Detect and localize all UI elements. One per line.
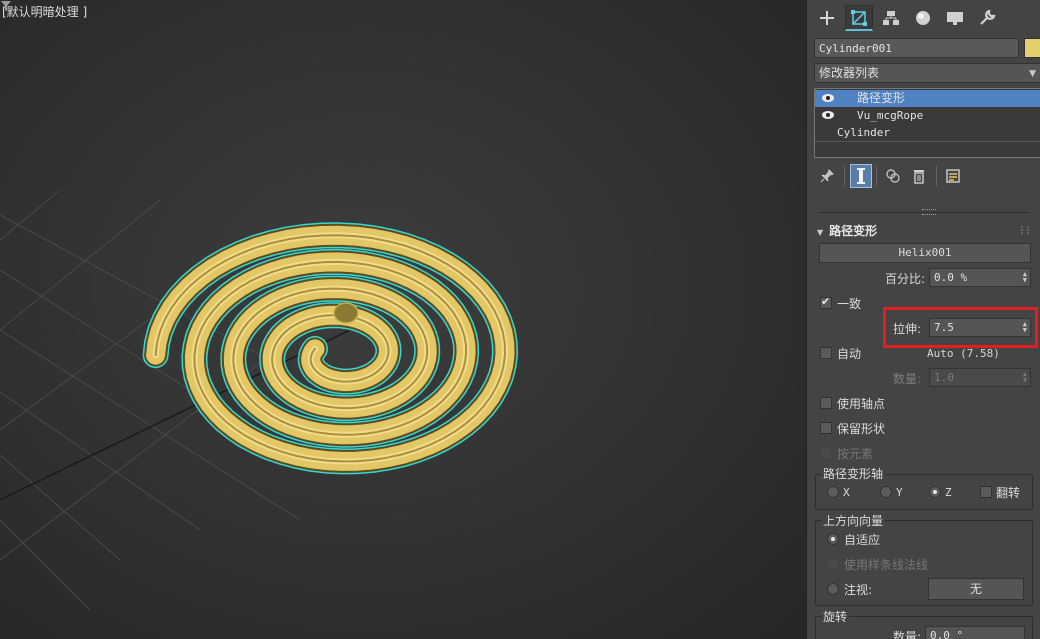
by-element-checkbox[interactable]	[820, 447, 832, 459]
rotation-amount-value: 0.0 °	[930, 629, 964, 639]
axis-x-label: X	[843, 486, 850, 499]
pin-stack-button[interactable]	[816, 164, 838, 188]
uniform-checkbox[interactable]	[820, 295, 832, 309]
object-name-field[interactable]: Cylinder001	[814, 38, 1019, 58]
tab-motion[interactable]	[909, 5, 937, 31]
tab-hierarchy[interactable]	[877, 5, 905, 31]
spinner-arrows-icon[interactable]: ▲ ▼	[1023, 271, 1027, 284]
configure-icon	[946, 169, 960, 183]
stretch-highlight-annotation	[883, 307, 1038, 348]
make-unique-button[interactable]	[882, 164, 904, 188]
use-pivot-checkbox[interactable]	[820, 397, 832, 409]
look-at-label: 注视:	[844, 583, 873, 597]
wrench-icon	[980, 9, 996, 25]
viewport-canvas[interactable]	[0, 0, 806, 639]
perspective-viewport[interactable]: [默认明暗处理 ]	[0, 0, 806, 639]
amount-label: 数量:	[892, 372, 921, 386]
percent-label: 百分比:	[884, 272, 925, 286]
axis-y-radio[interactable]	[880, 486, 892, 498]
percent-value: 0.0 %	[934, 271, 968, 284]
rope-spiral-object[interactable]	[142, 222, 518, 475]
stack-item-label: 路径变形	[857, 91, 906, 105]
stack-item-label: Cylinder	[837, 126, 890, 139]
motion-icon	[916, 11, 930, 25]
modify-icon	[851, 9, 867, 26]
uniform-label: 一致	[837, 297, 862, 311]
stack-toolbar	[814, 162, 1040, 190]
show-end-result-button[interactable]	[850, 164, 872, 188]
rollout-grip-icon	[1021, 226, 1029, 234]
pick-path-button[interactable]: Helix001	[819, 243, 1031, 263]
use-spline-normals-label: 使用样条线法线	[844, 558, 929, 572]
plus-icon	[820, 11, 834, 25]
object-color-swatch[interactable]	[1024, 38, 1040, 58]
show-end-result-icon	[857, 168, 865, 184]
trash-icon	[914, 170, 924, 184]
look-at-pick-button[interactable]: 无	[928, 578, 1024, 600]
tab-create[interactable]	[813, 5, 841, 31]
tab-utilities[interactable]	[973, 5, 1001, 31]
modifier-list-dropdown[interactable]: 修改器列表 ▼	[814, 63, 1040, 83]
modifier-list-label: 修改器列表	[819, 66, 880, 80]
amount-spinner[interactable]: 1.0 ▲ ▼	[929, 368, 1031, 387]
funnel-icon[interactable]	[0, 0, 12, 12]
rope-end-cap	[333, 302, 359, 324]
stack-item-cylinder[interactable]: Cylinder	[815, 124, 1040, 141]
use-pivot-label: 使用轴点	[837, 397, 886, 411]
configure-sets-button[interactable]	[942, 164, 964, 188]
stack-item-vu-mcgrope[interactable]: Vu_mcgRope	[815, 107, 1040, 124]
pin-icon	[820, 169, 834, 183]
up-vector-group-title: 上方向向量	[821, 512, 886, 529]
chevron-down-icon: ▼	[1029, 69, 1036, 79]
percent-spinner[interactable]: 0.0 % ▲ ▼	[929, 268, 1031, 287]
stack-item-path-deform[interactable]: 路径变形	[815, 90, 1040, 107]
axis-y-label: Y	[896, 486, 903, 499]
modifier-stack: 路径变形 Vu_mcgRope Cylinder	[814, 88, 1040, 158]
auto-stretch-readout: Auto (7.58)	[927, 347, 1000, 360]
auto-checkbox[interactable]	[820, 347, 832, 359]
flip-label: 翻转	[996, 486, 1021, 500]
stack-divider	[815, 141, 1040, 142]
axis-group-title: 路径变形轴	[821, 465, 886, 482]
look-at-radio[interactable]	[827, 583, 839, 595]
use-spline-normals-radio[interactable]	[827, 558, 839, 570]
rotation-amount-spinner[interactable]: 0.0 °	[925, 626, 1025, 639]
eye-icon[interactable]	[821, 110, 835, 120]
remove-modifier-button[interactable]	[908, 164, 930, 188]
hierarchy-icon	[883, 11, 899, 25]
spinner-arrows-icon[interactable]: ▲ ▼	[1023, 371, 1027, 384]
rotation-amount-label: 数量:	[892, 630, 921, 639]
command-panel: Cylinder001 修改器列表 ▼ 路径变形 Vu_mcgRope Cyli…	[806, 0, 1040, 639]
divider-grip[interactable]	[922, 209, 936, 215]
tab-modify[interactable]	[845, 5, 873, 31]
command-panel-tabs	[807, 0, 1040, 36]
auto-label: 自动	[837, 347, 862, 361]
amount-value: 1.0	[934, 371, 954, 384]
eye-icon[interactable]	[821, 93, 835, 103]
preserve-shape-label: 保留形状	[837, 422, 886, 436]
make-unique-icon	[886, 169, 900, 183]
adaptive-radio[interactable]	[827, 533, 839, 545]
toolbar-separator	[876, 166, 877, 186]
viewport-label[interactable]: [默认明暗处理 ]	[2, 3, 87, 20]
preserve-shape-checkbox[interactable]	[820, 422, 832, 434]
rollout-path-deform-title[interactable]: ▼ 路径变形	[817, 222, 877, 239]
axis-z-label: Z	[945, 486, 952, 499]
toolbar-separator	[844, 166, 845, 186]
toolbar-separator	[936, 166, 937, 186]
tab-display[interactable]	[941, 5, 969, 31]
adaptive-label: 自适应	[844, 533, 881, 547]
collapse-triangle-icon: ▼	[817, 228, 824, 237]
rollout-title-text: 路径变形	[829, 224, 878, 238]
flip-checkbox[interactable]	[980, 486, 992, 498]
axis-z-radio[interactable]	[929, 486, 941, 498]
axis-x-radio[interactable]	[827, 486, 839, 498]
by-element-label: 按元素	[837, 447, 874, 461]
rotation-group-title: 旋转	[821, 608, 850, 625]
display-icon	[947, 12, 963, 25]
stack-item-label: Vu_mcgRope	[857, 109, 924, 122]
